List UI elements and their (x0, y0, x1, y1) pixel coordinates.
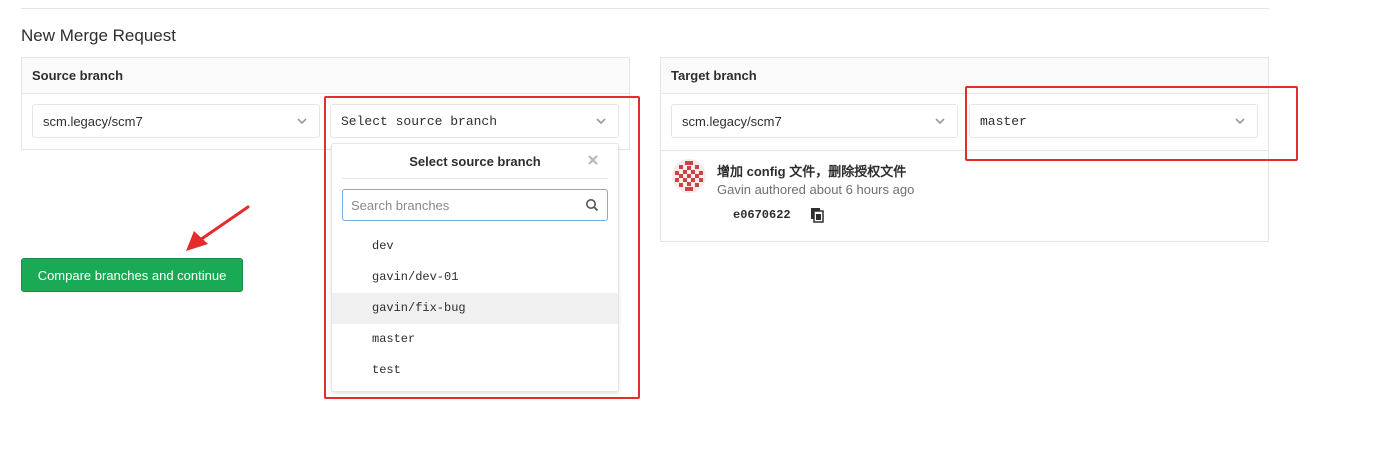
target-project-value: scm.legacy/scm7 (682, 113, 782, 129)
target-project-select[interactable]: scm.legacy/scm7 (671, 104, 958, 138)
branch-search-input[interactable] (351, 197, 585, 213)
compare-branches-button[interactable]: Compare branches and continue (21, 258, 243, 292)
target-branch-panel: Target branch scm.legacy/scm7 master 增加 … (660, 57, 1269, 242)
target-branch-heading: Target branch (661, 58, 1268, 94)
chevron-down-icon (594, 114, 608, 128)
close-icon[interactable] (586, 153, 600, 167)
source-branch-dropdown: Select source branch dev gavin/dev-01 ga… (331, 143, 619, 392)
chevron-down-icon (295, 114, 309, 128)
page-title: New Merge Request (21, 26, 176, 45)
dropdown-title: Select source branch (409, 154, 541, 169)
branch-item-hovered[interactable]: gavin/fix-bug (332, 293, 618, 324)
chevron-down-icon (933, 114, 947, 128)
identicon-avatar (672, 159, 706, 193)
branch-item[interactable]: gavin/dev-01 (332, 262, 618, 293)
source-branch-placeholder: Select source branch (341, 113, 498, 129)
source-branch-heading: Source branch (22, 58, 629, 94)
branch-item[interactable]: master (332, 324, 618, 355)
commit-title[interactable]: 增加 config 文件，删除授权文件 (717, 161, 906, 180)
dropdown-divider (342, 178, 608, 179)
source-project-select[interactable]: scm.legacy/scm7 (32, 104, 320, 138)
target-branch-value: master (980, 113, 1027, 129)
clipboard-icon[interactable] (810, 207, 824, 223)
branch-search-box (342, 189, 608, 221)
target-branch-select[interactable]: master (969, 104, 1258, 138)
source-branch-panel: Source branch scm.legacy/scm7 Select sou… (21, 57, 630, 150)
branch-item[interactable]: test (332, 355, 618, 386)
search-icon (585, 198, 599, 212)
branch-item[interactable]: dev (332, 231, 618, 262)
target-divider (661, 150, 1268, 151)
commit-meta: Gavin authored about 6 hours ago (717, 182, 915, 197)
chevron-down-icon (1233, 114, 1247, 128)
top-divider (21, 8, 1269, 9)
branch-list: dev gavin/dev-01 gavin/fix-bug master te… (332, 231, 618, 386)
source-branch-select[interactable]: Select source branch (330, 104, 619, 138)
commit-sha[interactable]: e0670622 (733, 208, 791, 222)
source-project-value: scm.legacy/scm7 (43, 113, 143, 129)
annotation-arrow (186, 205, 250, 251)
